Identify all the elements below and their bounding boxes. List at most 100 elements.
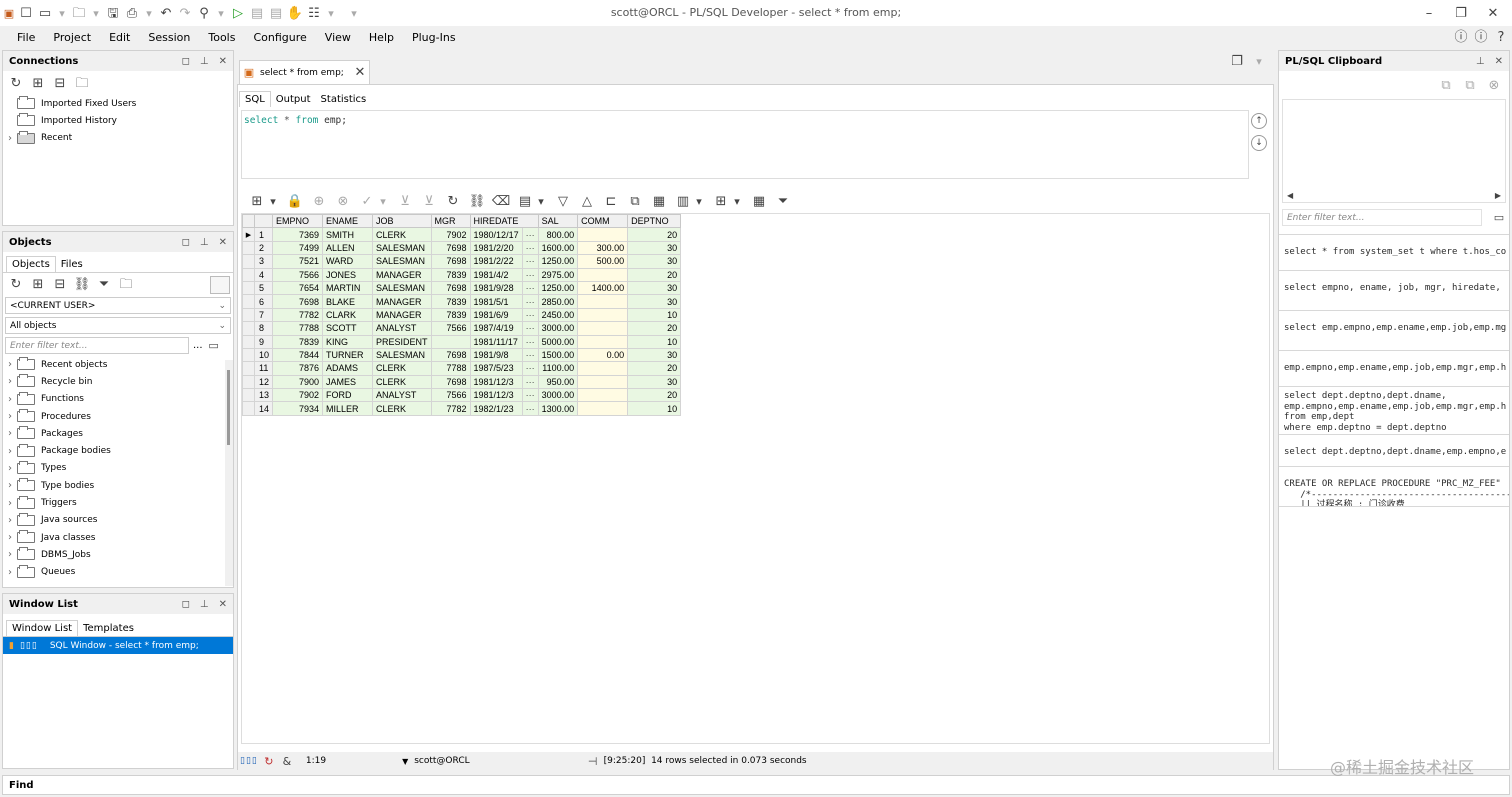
panel-pin-icon[interactable]: ⊥ <box>200 56 209 67</box>
cell-hiredate[interactable]: 1981/6/9 <box>469 307 523 323</box>
cell-job[interactable]: MANAGER <box>372 294 432 309</box>
table-row[interactable]: 5 7654 MARTIN SALESMAN 7698 1981/9/28 ··· 1250.… <box>242 280 682 296</box>
cell-hiredate[interactable]: 1987/5/23 <box>469 361 523 376</box>
cell-job[interactable]: CLERK <box>372 227 432 242</box>
cell-job[interactable]: CLERK <box>372 401 432 416</box>
panel-float-icon[interactable]: ◻ <box>182 56 190 67</box>
row-indicator[interactable] <box>242 401 255 416</box>
object-type-select[interactable]: All objects ⌄ <box>5 317 231 334</box>
table-row[interactable]: 13 7902 FORD ANALYST 7566 1981/12/3 ··· 3000.00… <box>242 388 682 403</box>
cell-job[interactable]: CLERK <box>372 361 432 376</box>
cell-ename[interactable]: MARTIN <box>322 280 374 296</box>
cell-sal[interactable]: 1300.00 <box>537 401 579 416</box>
column-header-ename[interactable]: ENAME <box>322 213 374 229</box>
cell-comm[interactable] <box>577 294 629 309</box>
row-number[interactable]: 1 <box>253 227 274 242</box>
cell-deptno[interactable]: 10 <box>627 334 682 349</box>
restore-icon[interactable]: ❐ <box>1452 4 1470 22</box>
cell-sal[interactable]: 1250.00 <box>537 254 579 269</box>
clipboard-entry[interactable]: select dept.deptno,dept.dname, emp.empno… <box>1279 387 1509 435</box>
column-header-hiredate[interactable]: HIREDATE <box>469 213 539 229</box>
cell-date-picker[interactable]: ··· <box>521 388 539 403</box>
cell-job[interactable]: SALESMAN <box>372 347 432 363</box>
menu-plugins[interactable]: Plug-Ins <box>403 31 465 44</box>
clipboard-entry[interactable]: select * from system_set t where t.hos_c… <box>1279 235 1509 271</box>
row-indicator[interactable] <box>242 347 255 363</box>
cell-hiredate[interactable]: 1982/1/23 <box>469 401 523 416</box>
cell-ename[interactable]: ALLEN <box>322 240 374 256</box>
cell-sal[interactable]: 1100.00 <box>537 361 579 376</box>
cell-sal[interactable]: 3000.00 <box>537 388 579 403</box>
minimize-icon[interactable]: – <box>1420 4 1438 22</box>
row-indicator[interactable] <box>242 334 255 349</box>
row-number[interactable]: 13 <box>253 388 274 403</box>
tree-item-triggers[interactable]: › Triggers <box>3 494 233 511</box>
cell-empno[interactable]: 7521 <box>272 254 324 269</box>
clipboard-filter-input[interactable]: Enter filter text... <box>1282 209 1482 226</box>
cell-comm[interactable]: 1400.00 <box>577 280 629 296</box>
cell-sal[interactable]: 2975.00 <box>537 267 579 282</box>
cell-ename[interactable]: ADAMS <box>322 361 374 376</box>
cell-mgr[interactable]: 7698 <box>430 254 471 269</box>
panel-float-icon[interactable]: ◻ <box>182 237 190 248</box>
cell-ename[interactable]: JONES <box>322 267 374 282</box>
chevron-right-icon[interactable]: › <box>3 133 17 144</box>
cell-sal[interactable]: 1250.00 <box>537 280 579 296</box>
table-row[interactable]: 12 7900 JAMES CLERK 7698 1981/12/3 ··· 950.00 30 <box>242 374 682 390</box>
post-dropdown-icon[interactable]: ▾ <box>376 194 390 208</box>
cell-sal[interactable]: 2850.00 <box>537 294 579 309</box>
row-indicator[interactable] <box>242 307 255 323</box>
cell-empno[interactable]: 7566 <box>272 267 324 282</box>
row-number[interactable]: 11 <box>253 361 274 376</box>
panel-float-icon[interactable]: ◻ <box>182 599 190 610</box>
tree-item-imported-fixed-users[interactable]: Imported Fixed Users <box>3 95 233 112</box>
cell-empno[interactable]: 7698 <box>272 294 324 309</box>
tree-item-package-bodies[interactable]: › Package bodies <box>3 442 233 459</box>
cell-comm[interactable] <box>577 388 629 403</box>
cell-job[interactable]: ANALYST <box>372 388 432 403</box>
cell-date-picker[interactable]: ··· <box>521 267 539 282</box>
cell-mgr[interactable]: 7698 <box>430 374 471 390</box>
row-indicator[interactable] <box>242 280 255 296</box>
clipboard-entry[interactable]: select dept.deptno,dept.dname,emp.empno,… <box>1279 435 1509 467</box>
cell-mgr[interactable]: 7698 <box>430 240 471 256</box>
cell-empno[interactable]: 7499 <box>272 240 324 256</box>
cell-mgr[interactable]: 7566 <box>430 388 471 403</box>
single-record-icon[interactable]: ▦ <box>650 192 668 210</box>
cell-deptno[interactable]: 30 <box>627 240 682 256</box>
subtab-output[interactable]: Output <box>271 92 316 107</box>
cell-mgr[interactable]: 7788 <box>430 361 471 376</box>
user-select[interactable]: <CURRENT USER> ⌄ <box>5 297 231 314</box>
chart-dropdown-icon[interactable]: ▾ <box>692 194 706 208</box>
table-icon[interactable]: ▦ <box>750 192 768 210</box>
cell-date-picker[interactable]: ··· <box>521 374 539 390</box>
cell-mgr[interactable]: 7782 <box>430 401 471 416</box>
post-changes-icon[interactable]: ✓ <box>358 192 376 210</box>
tree-item-packages[interactable]: › Packages <box>3 425 233 442</box>
cell-mgr[interactable]: 7698 <box>430 347 471 363</box>
cell-date-picker[interactable]: ··· <box>521 361 539 376</box>
cell-sal[interactable]: 3000.00 <box>537 321 579 336</box>
autorefresh-icon[interactable]: ↻ <box>262 754 276 768</box>
row-indicator[interactable] <box>242 294 255 309</box>
row-indicator[interactable] <box>242 267 255 282</box>
cell-date-picker[interactable]: ··· <box>521 294 539 309</box>
refresh-icon[interactable]: ↻ <box>7 74 25 92</box>
cell-deptno[interactable]: 30 <box>627 280 682 296</box>
tab-templates[interactable]: Templates <box>78 621 139 636</box>
cell-date-picker[interactable]: ··· <box>521 321 539 336</box>
menu-help[interactable]: Help <box>360 31 403 44</box>
tree-item-types[interactable]: › Types <box>3 460 233 477</box>
cell-empno[interactable]: 7782 <box>272 307 324 323</box>
cell-empno[interactable]: 7839 <box>272 334 324 349</box>
table-row[interactable]: 8 7788 SCOTT ANALYST 7566 1987/4/19 ··· 3000.00… <box>242 321 682 336</box>
cell-hiredate[interactable]: 1981/5/1 <box>469 294 523 309</box>
delete-record-icon[interactable]: ⊗ <box>334 192 352 210</box>
panel-close-icon[interactable]: ✕ <box>219 237 227 248</box>
row-number[interactable]: 5 <box>253 280 274 296</box>
cell-sal[interactable]: 800.00 <box>537 227 579 242</box>
objects-filter-input[interactable]: Enter filter text... <box>5 337 189 354</box>
close-tab-icon[interactable]: ✕ <box>351 64 369 82</box>
layout-icon[interactable]: ⊞ <box>712 192 730 210</box>
folder-icon[interactable]: 🗀 <box>117 276 135 294</box>
